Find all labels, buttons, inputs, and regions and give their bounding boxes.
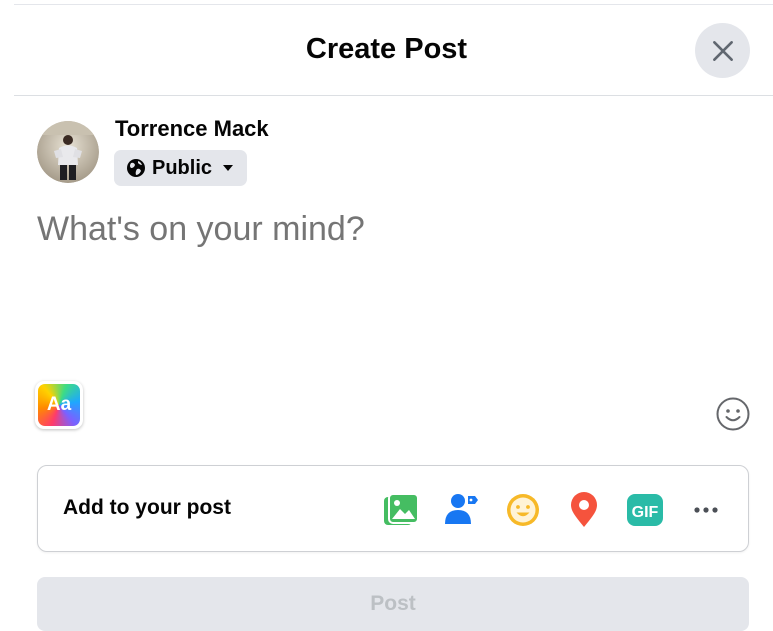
dialog-title: Create Post	[305, 33, 468, 65]
header-divider	[14, 95, 773, 96]
close-icon	[712, 40, 733, 61]
add-to-post-panel: Add to your post GIF	[37, 465, 749, 552]
add-to-post-label: Add to your post	[63, 496, 231, 519]
photo-video-button[interactable]	[381, 490, 421, 530]
feeling-activity-button[interactable]	[503, 490, 543, 530]
more-options-button[interactable]	[686, 490, 726, 530]
post-button[interactable]: Post	[37, 577, 749, 631]
text-format-button[interactable]: Aa	[35, 381, 83, 429]
text-format-label: Aa	[38, 384, 80, 426]
globe-icon	[126, 158, 146, 178]
create-post-dialog: Create Post Torrence Mack Public What's …	[0, 0, 773, 631]
gif-label: GIF	[632, 504, 659, 521]
audience-selector[interactable]: Public	[114, 150, 247, 186]
gif-button[interactable]: GIF	[625, 490, 665, 530]
location-pin-icon	[571, 492, 597, 527]
avatar[interactable]	[37, 121, 99, 183]
check-in-button[interactable]	[564, 490, 604, 530]
smiley-icon	[716, 397, 750, 431]
user-avatar-icon	[37, 121, 99, 183]
user-name: Torrence Mack	[115, 116, 269, 141]
tag-people-button[interactable]	[441, 490, 481, 530]
close-button[interactable]	[695, 23, 750, 78]
caret-down-icon	[222, 164, 234, 172]
tag-people-icon	[445, 494, 478, 524]
more-icon	[694, 507, 718, 513]
audience-label: Public	[152, 156, 213, 179]
photo-icon	[384, 493, 419, 525]
gif-icon: GIF	[627, 494, 663, 526]
dialog-header: Create Post	[0, 5, 773, 95]
feeling-icon	[507, 494, 539, 526]
emoji-button[interactable]	[715, 396, 751, 432]
post-composer-input[interactable]	[37, 210, 737, 249]
